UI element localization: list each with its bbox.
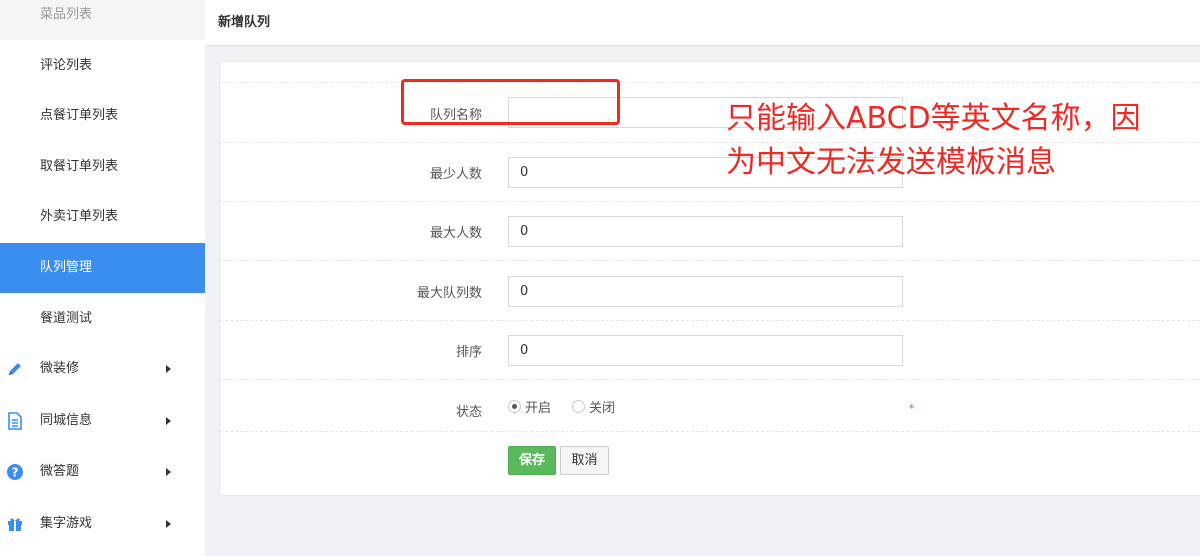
row-divider bbox=[220, 82, 1200, 83]
radio-unchecked-icon bbox=[572, 400, 585, 413]
status-radio-close[interactable]: 关闭 bbox=[572, 397, 615, 416]
page-title: 新增队列 bbox=[218, 15, 271, 30]
radio-label: 开启 bbox=[525, 401, 552, 416]
sidebar-item-dine-order-list[interactable]: 点餐订单列表 bbox=[0, 91, 205, 141]
annotation-highlight-box bbox=[401, 79, 620, 125]
sidebar-menu-quiz[interactable]: ? 微答题 bbox=[0, 446, 205, 498]
sort-order-label: 排序 bbox=[455, 345, 482, 360]
max-queue-count-label: 最大队列数 bbox=[416, 286, 482, 301]
cancel-button[interactable]: 取消 bbox=[560, 446, 609, 475]
sidebar-menu-label: 同城信息 bbox=[40, 413, 93, 428]
sidebar-menu-word-game[interactable]: 集字游戏 bbox=[0, 498, 205, 550]
min-people-label: 最少人数 bbox=[429, 167, 482, 182]
sidebar-item-dish-list[interactable]: 菜品列表 bbox=[0, 0, 205, 40]
caret-right-icon bbox=[163, 343, 173, 395]
sidebar-menu-decoration[interactable]: 微装修 bbox=[0, 343, 205, 395]
save-button[interactable]: 保存 bbox=[508, 446, 556, 475]
max-queue-count-input[interactable]: 0 bbox=[508, 276, 903, 307]
sidebar-menu-label: 微答题 bbox=[40, 464, 80, 479]
row-divider bbox=[220, 431, 1200, 432]
caret-right-icon bbox=[163, 446, 173, 498]
status-radio-open[interactable]: 开启 bbox=[508, 397, 551, 416]
document-icon bbox=[6, 395, 24, 447]
svg-text:?: ? bbox=[12, 466, 19, 480]
caret-right-icon bbox=[163, 498, 173, 550]
sidebar-menu-label: 微装修 bbox=[40, 361, 80, 376]
caret-right-icon bbox=[163, 395, 173, 447]
annotation-note: 只能输入ABCD等英文名称，因 为中文无法发送模板消息 bbox=[726, 101, 1141, 180]
row-divider bbox=[220, 379, 1200, 380]
pencil-icon bbox=[6, 343, 24, 395]
sidebar-item-queue-management[interactable]: 队列管理 bbox=[0, 243, 205, 293]
sidebar-item-candao-test[interactable]: 餐道测试 bbox=[0, 294, 205, 344]
sort-order-input[interactable]: 0 bbox=[508, 335, 903, 366]
sidebar-item-takeout-order-list[interactable]: 外卖订单列表 bbox=[0, 192, 205, 242]
sidebar-item-pickup-order-list[interactable]: 取餐订单列表 bbox=[0, 142, 205, 192]
sidebar-menu-label: 集字游戏 bbox=[40, 516, 93, 531]
row-divider bbox=[220, 201, 1200, 202]
sidebar-item-comment-list[interactable]: 评论列表 bbox=[0, 41, 205, 91]
gift-icon bbox=[6, 498, 24, 550]
status-label: 状态 bbox=[455, 405, 482, 420]
radio-label: 关闭 bbox=[589, 401, 616, 416]
sidebar: 菜品列表 评论列表 点餐订单列表 取餐订单列表 外卖订单列表 队列管理 餐道测试… bbox=[0, 0, 205, 556]
sidebar-menu-city-info[interactable]: 同城信息 bbox=[0, 395, 205, 447]
required-mark: * bbox=[909, 402, 915, 415]
page-header: 新增队列 bbox=[205, 0, 1200, 46]
radio-checked-icon bbox=[508, 400, 521, 413]
question-icon: ? bbox=[6, 446, 24, 498]
max-people-label: 最大人数 bbox=[429, 226, 482, 241]
row-divider bbox=[220, 260, 1200, 261]
max-people-input[interactable]: 0 bbox=[508, 216, 903, 247]
row-divider bbox=[220, 320, 1200, 321]
